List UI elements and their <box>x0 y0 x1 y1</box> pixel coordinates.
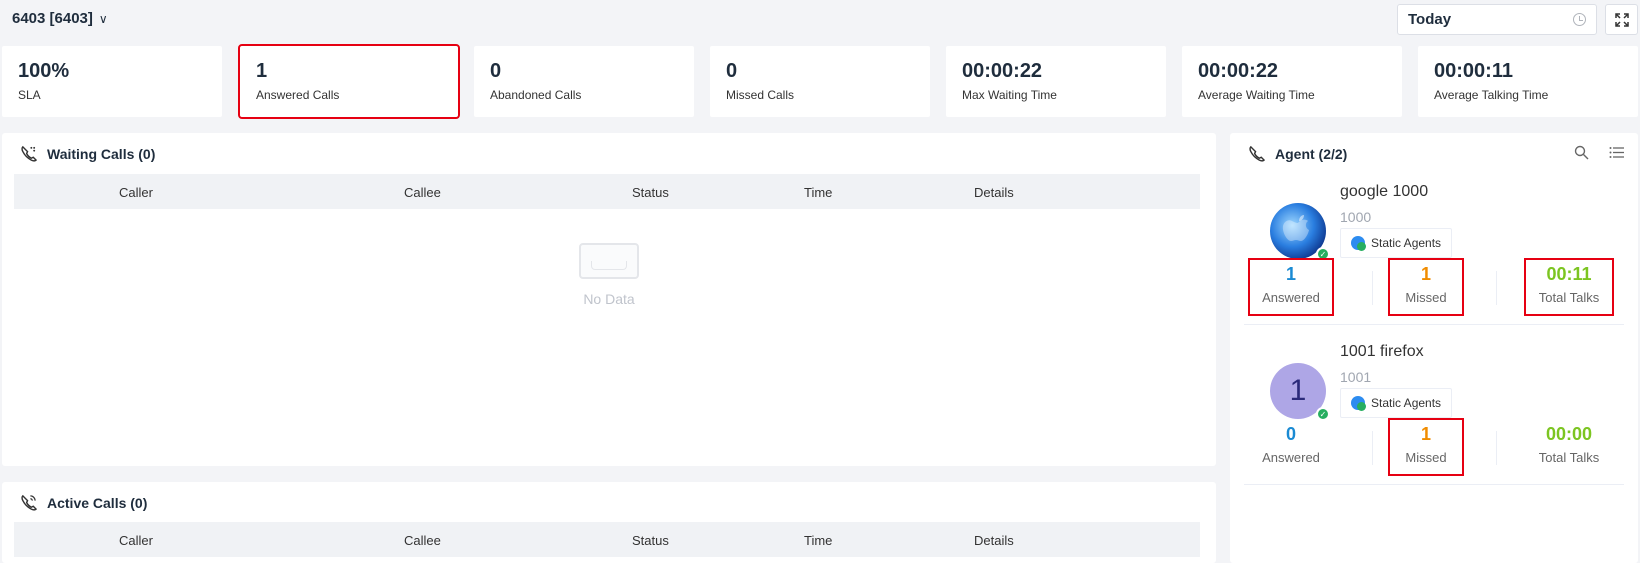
stat-card-sla: 100% SLA <box>2 46 222 117</box>
col-caller: Caller <box>119 185 153 200</box>
stat-label: Missed Calls <box>726 88 795 102</box>
agent-tag-label: Static Agents <box>1371 236 1442 250</box>
agent-card[interactable]: 1 ✓ 1001 firefox 1001 Static Agents 0 An… <box>1244 335 1624 485</box>
stat-label: Answered Calls <box>256 88 340 102</box>
queue-selector[interactable]: 6403 [6403] ∨ <box>12 10 108 27</box>
col-caller: Caller <box>119 533 153 548</box>
stat-value: 0 <box>726 60 738 82</box>
answered-count: 1 <box>1285 264 1296 284</box>
total-talks-value: 00:00 <box>1545 424 1593 444</box>
stat-card-average-waiting-time: 00:00:22 Average Waiting Time <box>1182 46 1402 117</box>
divider <box>1372 431 1373 465</box>
fullscreen-button[interactable] <box>1605 4 1638 35</box>
static-agent-icon <box>1351 236 1366 251</box>
answered-label: Answered <box>1262 450 1320 465</box>
chevron-down-icon: ∨ <box>98 11 108 26</box>
agent-total-talks: 00:11 Total Talks <box>1524 258 1614 316</box>
agent-heading: Agent (2/2) <box>1275 145 1348 162</box>
active-calls-panel: Active Calls (0) Caller Callee Status Ti… <box>2 482 1216 563</box>
agent-panel: Agent (2/2) ✓ google 1000 1000 Static Ag… <box>1230 133 1638 563</box>
stat-label: Abandoned Calls <box>490 88 582 102</box>
stat-label: Average Waiting Time <box>1198 88 1315 102</box>
queue-label: 6403 [6403] <box>12 10 93 27</box>
waiting-phone-icon <box>21 145 37 162</box>
col-details: Details <box>974 185 1014 200</box>
list-view-icon[interactable] <box>1609 145 1624 160</box>
search-icon[interactable] <box>1574 145 1589 160</box>
date-value: Today <box>1408 11 1452 28</box>
waiting-calls-title: Waiting Calls (0) <box>20 145 155 162</box>
agent-extension: 1000 <box>1340 209 1372 225</box>
stat-card-answered-calls: 1 Answered Calls <box>238 44 460 119</box>
agent-missed: 1 Missed <box>1388 418 1464 476</box>
active-phone-icon <box>21 494 37 511</box>
empty-text: No Data <box>583 291 635 307</box>
empty-state: No Data <box>575 243 643 307</box>
divider <box>1496 271 1497 305</box>
fullscreen-icon <box>1614 12 1629 27</box>
agent-phone-icon <box>1249 145 1265 162</box>
missed-count: 1 <box>1420 264 1431 284</box>
agent-missed: 1 Missed <box>1388 258 1464 316</box>
answered-label: Answered <box>1262 290 1320 305</box>
waiting-calls-heading: Waiting Calls (0) <box>47 145 156 162</box>
clock-icon <box>1573 13 1586 26</box>
col-time: Time <box>804 185 833 200</box>
stat-value: 100% <box>18 60 70 82</box>
waiting-calls-table-header: Caller Callee Status Time Details <box>14 174 1200 209</box>
total-talks-label: Total Talks <box>1538 290 1600 305</box>
stat-value: 00:00:22 <box>1198 60 1279 82</box>
divider <box>1372 271 1373 305</box>
online-status-icon: ✓ <box>1316 407 1330 421</box>
stat-label: Average Talking Time <box>1434 88 1549 102</box>
agent-extension: 1001 <box>1340 369 1372 385</box>
static-agent-icon <box>1351 396 1366 411</box>
agent-type-tag: Static Agents <box>1340 388 1453 418</box>
waiting-calls-panel: Waiting Calls (0) Caller Callee Status T… <box>2 133 1216 466</box>
col-status: Status <box>632 185 669 200</box>
stat-label: SLA <box>18 88 41 102</box>
stat-card-max-waiting-time: 00:00:22 Max Waiting Time <box>946 46 1166 117</box>
stat-value: 00:00:11 <box>1434 60 1513 82</box>
stat-label: Max Waiting Time <box>962 88 1057 102</box>
active-calls-heading: Active Calls (0) <box>47 494 148 511</box>
missed-count: 1 <box>1420 424 1431 444</box>
agent-answered: 1 Answered <box>1248 258 1334 316</box>
agent-name: google 1000 <box>1340 183 1429 200</box>
active-calls-table-header: Caller Callee Status Time Details <box>14 522 1200 557</box>
online-status-icon: ✓ <box>1316 247 1330 261</box>
answered-count: 0 <box>1285 424 1296 444</box>
col-details: Details <box>974 533 1014 548</box>
empty-inbox-icon <box>579 243 639 279</box>
stat-value: 00:00:22 <box>962 60 1043 82</box>
date-range-picker[interactable]: Today <box>1397 4 1597 35</box>
col-callee: Callee <box>404 533 441 548</box>
agent-type-tag: Static Agents <box>1340 228 1453 258</box>
agent-total-talks: 00:00 Total Talks <box>1526 420 1612 474</box>
divider <box>1496 431 1497 465</box>
stat-card-missed-calls: 0 Missed Calls <box>710 46 930 117</box>
top-bar: 6403 [6403] ∨ Today <box>0 0 1640 42</box>
total-talks-value: 00:11 <box>1546 264 1592 284</box>
agent-tag-label: Static Agents <box>1371 396 1442 410</box>
total-talks-label: Total Talks <box>1538 450 1600 465</box>
missed-label: Missed <box>1405 450 1447 465</box>
stat-value: 0 <box>490 60 502 82</box>
stat-card-abandoned-calls: 0 Abandoned Calls <box>474 46 694 117</box>
active-calls-title: Active Calls (0) <box>20 494 147 511</box>
agent-toolbar <box>1574 145 1624 160</box>
stat-card-average-talking-time: 00:00:11 Average Talking Time <box>1418 46 1638 117</box>
stats-row: 100% SLA 1 Answered Calls 0 Abandoned Ca… <box>2 44 1638 119</box>
agent-name: 1001 firefox <box>1340 343 1424 360</box>
agent-panel-title: Agent (2/2) <box>1248 145 1347 162</box>
missed-label: Missed <box>1405 290 1447 305</box>
col-status: Status <box>632 533 669 548</box>
col-time: Time <box>804 533 833 548</box>
agent-answered: 0 Answered <box>1250 420 1332 474</box>
col-callee: Callee <box>404 185 441 200</box>
agent-card[interactable]: ✓ google 1000 1000 Static Agents 1 Answe… <box>1244 175 1624 325</box>
stat-value: 1 <box>256 60 268 82</box>
